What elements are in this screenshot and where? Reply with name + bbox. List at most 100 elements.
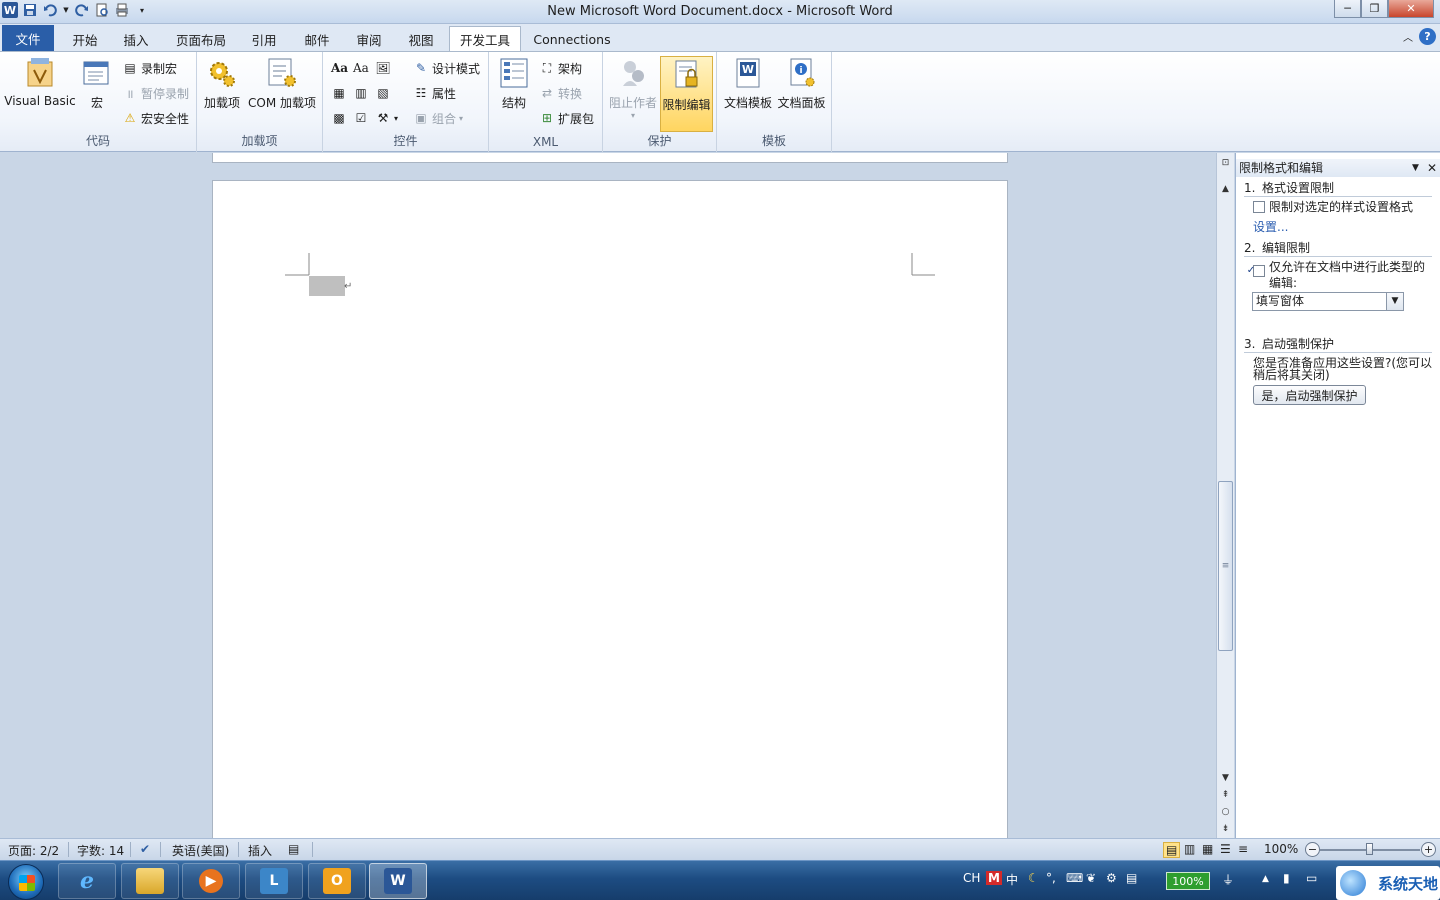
restrict-editing-button[interactable]: 限制编辑 bbox=[660, 56, 713, 132]
chevron-down-icon[interactable]: ▼ bbox=[1386, 293, 1403, 310]
print-layout-view-icon[interactable]: ▤ bbox=[1163, 842, 1181, 858]
formatting-restriction-option[interactable]: 限制对选定的样式设置格式 bbox=[1253, 201, 1433, 213]
taskbar-lync[interactable]: L bbox=[245, 863, 303, 899]
tab-view[interactable]: 视图 bbox=[400, 27, 442, 51]
show-hidden-icons[interactable]: ▲ bbox=[1262, 874, 1269, 884]
restore-icon[interactable]: ❐ bbox=[1361, 0, 1388, 18]
next-page-icon[interactable]: ⇟ bbox=[1217, 821, 1234, 837]
taskbar-word[interactable]: W bbox=[369, 863, 427, 899]
ime-mode[interactable]: 中 bbox=[1006, 871, 1018, 888]
full-screen-reading-icon[interactable]: ▥ bbox=[1184, 842, 1195, 856]
close-icon[interactable]: ✕ bbox=[1388, 0, 1434, 18]
settings-icon[interactable]: ⚙ bbox=[1106, 871, 1117, 885]
taskbar-outlook[interactable]: O bbox=[308, 863, 366, 899]
structure-button[interactable]: 结构 bbox=[496, 56, 532, 111]
language-indicator[interactable]: 英语(美国) bbox=[172, 842, 229, 859]
ime-logo-icon[interactable]: M bbox=[986, 871, 1002, 885]
visual-basic-button[interactable]: Visual Basic bbox=[4, 56, 76, 108]
document-page[interactable]: ↵ bbox=[212, 180, 1008, 838]
dropdown-list-control-button[interactable]: ▧ bbox=[375, 83, 391, 103]
com-addins-icon bbox=[268, 58, 296, 87]
start-enforcing-button[interactable]: 是，启动强制保护 bbox=[1253, 385, 1366, 405]
picture-control-button[interactable]: 🖼 bbox=[375, 58, 391, 78]
draft-view-icon[interactable]: ≡ bbox=[1238, 842, 1248, 856]
document-panel-button[interactable]: i 文档面板 bbox=[775, 56, 828, 111]
vertical-scrollbar[interactable]: ⊡ ▲ ≡ ▼ ⇞ ○ ⇟ bbox=[1216, 153, 1234, 838]
help-icon[interactable]: ? bbox=[1419, 28, 1436, 45]
scroll-down-icon[interactable]: ▼ bbox=[1217, 770, 1234, 786]
minimize-icon[interactable]: ─ bbox=[1334, 0, 1361, 18]
browse-object-icon[interactable]: ○ bbox=[1217, 804, 1234, 820]
zoom-slider-thumb[interactable] bbox=[1366, 843, 1373, 855]
zoom-level[interactable]: 100% bbox=[1264, 842, 1298, 856]
zoom-in-icon[interactable]: + bbox=[1421, 842, 1436, 857]
pane-close-icon[interactable]: ✕ bbox=[1427, 159, 1437, 177]
document-template-button[interactable]: W 文档模板 bbox=[722, 56, 774, 111]
record-macro-button[interactable]: ▤ 录制宏 bbox=[122, 58, 177, 78]
block-authors-button[interactable]: 阻止作者 ▾ bbox=[607, 56, 659, 120]
outline-view-icon[interactable]: ☰ bbox=[1220, 842, 1231, 856]
battery-indicator[interactable]: 100% bbox=[1166, 872, 1210, 890]
tab-file[interactable]: 文件 bbox=[2, 25, 54, 51]
proofing-icon[interactable]: ✔ bbox=[140, 842, 150, 856]
taskbar-ie[interactable]: e bbox=[58, 863, 116, 899]
form-field[interactable] bbox=[309, 276, 345, 296]
tab-review[interactable]: 审阅 bbox=[348, 27, 390, 51]
web-layout-icon[interactable]: ▦ bbox=[1202, 842, 1213, 856]
legacy-tools-button[interactable]: ⚒ ▾ bbox=[375, 108, 398, 128]
com-addins-button[interactable]: COM 加载项 bbox=[245, 56, 319, 111]
input-language[interactable]: CH bbox=[963, 871, 980, 885]
addins-button[interactable]: 加载项 bbox=[202, 56, 242, 111]
power-plug-icon[interactable]: ⏚ bbox=[1222, 871, 1234, 888]
punctuation-icon[interactable]: °, bbox=[1046, 871, 1056, 885]
plain-text-control-button[interactable]: Aa bbox=[353, 58, 369, 78]
keyboard-icon[interactable]: ⌨ bbox=[1066, 871, 1083, 885]
insert-mode[interactable]: 插入 bbox=[248, 842, 272, 859]
device-icon[interactable]: ▮ bbox=[1283, 871, 1290, 885]
menu-icon[interactable]: ▤ bbox=[1126, 871, 1137, 885]
tab-page-layout[interactable]: 页面布局 bbox=[168, 27, 234, 51]
document-area[interactable]: ↵ bbox=[0, 153, 1216, 838]
tab-insert[interactable]: 插入 bbox=[114, 27, 158, 51]
start-button[interactable] bbox=[8, 864, 44, 900]
date-picker-control-button[interactable]: ▩ bbox=[331, 108, 347, 128]
tab-mailings[interactable]: 邮件 bbox=[296, 27, 338, 51]
zoom-out-icon[interactable]: − bbox=[1305, 842, 1320, 857]
taskbar-media-player[interactable]: ▶ bbox=[182, 863, 240, 899]
group-button[interactable]: ▣ 组合 ▾ bbox=[413, 108, 463, 128]
schema-button[interactable]: ⛶ 架构 bbox=[539, 58, 582, 78]
tab-connections[interactable]: Connections bbox=[528, 27, 616, 51]
editing-restriction-checkbox[interactable]: ✓ bbox=[1247, 265, 1265, 277]
ruler-toggle-icon[interactable]: ⊡ bbox=[1217, 155, 1234, 171]
moon-icon[interactable]: ☾ bbox=[1028, 871, 1039, 885]
properties-button[interactable]: ☷ 属性 bbox=[413, 83, 456, 103]
editing-restriction-option[interactable]: ✓ 仅允许在文档中进行此类型的编辑: bbox=[1247, 261, 1433, 289]
checkbox-control-button[interactable]: ☑ bbox=[353, 108, 369, 128]
previous-page-icon[interactable]: ⇞ bbox=[1217, 787, 1234, 803]
design-mode-button[interactable]: ✎ 设计模式 bbox=[413, 58, 480, 78]
scroll-thumb[interactable]: ≡ bbox=[1218, 481, 1233, 651]
editing-type-select[interactable]: 填写窗体 ▼ bbox=[1252, 292, 1404, 311]
page-count[interactable]: 页面: 2/2 bbox=[8, 842, 59, 859]
tab-home[interactable]: 开始 bbox=[62, 27, 108, 51]
pane-options-icon[interactable]: ▼ bbox=[1412, 159, 1419, 177]
combo-box-control-button[interactable]: ▥ bbox=[353, 83, 369, 103]
taskbar-explorer[interactable] bbox=[121, 863, 179, 899]
minimize-ribbon-icon[interactable]: ︿ bbox=[1403, 29, 1413, 44]
pause-recording-button[interactable]: ॥ 暂停录制 bbox=[122, 83, 189, 103]
tab-developer[interactable]: 开发工具 bbox=[449, 26, 521, 51]
rich-text-control-button[interactable]: Aa bbox=[331, 58, 348, 78]
building-block-control-button[interactable]: ▦ bbox=[331, 83, 347, 103]
network-icon[interactable]: ▭ bbox=[1306, 871, 1317, 885]
skin-icon[interactable]: ❦ bbox=[1086, 871, 1096, 885]
formatting-restriction-checkbox[interactable] bbox=[1253, 201, 1265, 213]
transform-button[interactable]: ⇄ 转换 bbox=[539, 83, 582, 103]
expansion-packs-button[interactable]: ⊞ 扩展包 bbox=[539, 108, 594, 128]
macros-button[interactable]: 宏 bbox=[80, 56, 114, 111]
word-count[interactable]: 字数: 14 bbox=[77, 842, 124, 859]
settings-link[interactable]: 设置... bbox=[1253, 221, 1433, 233]
macro-security-button[interactable]: ⚠ 宏安全性 bbox=[122, 108, 189, 128]
scroll-up-icon[interactable]: ▲ bbox=[1217, 181, 1234, 197]
tab-references[interactable]: 引用 bbox=[244, 27, 284, 51]
macro-recording-icon[interactable]: ▤ bbox=[288, 842, 299, 856]
